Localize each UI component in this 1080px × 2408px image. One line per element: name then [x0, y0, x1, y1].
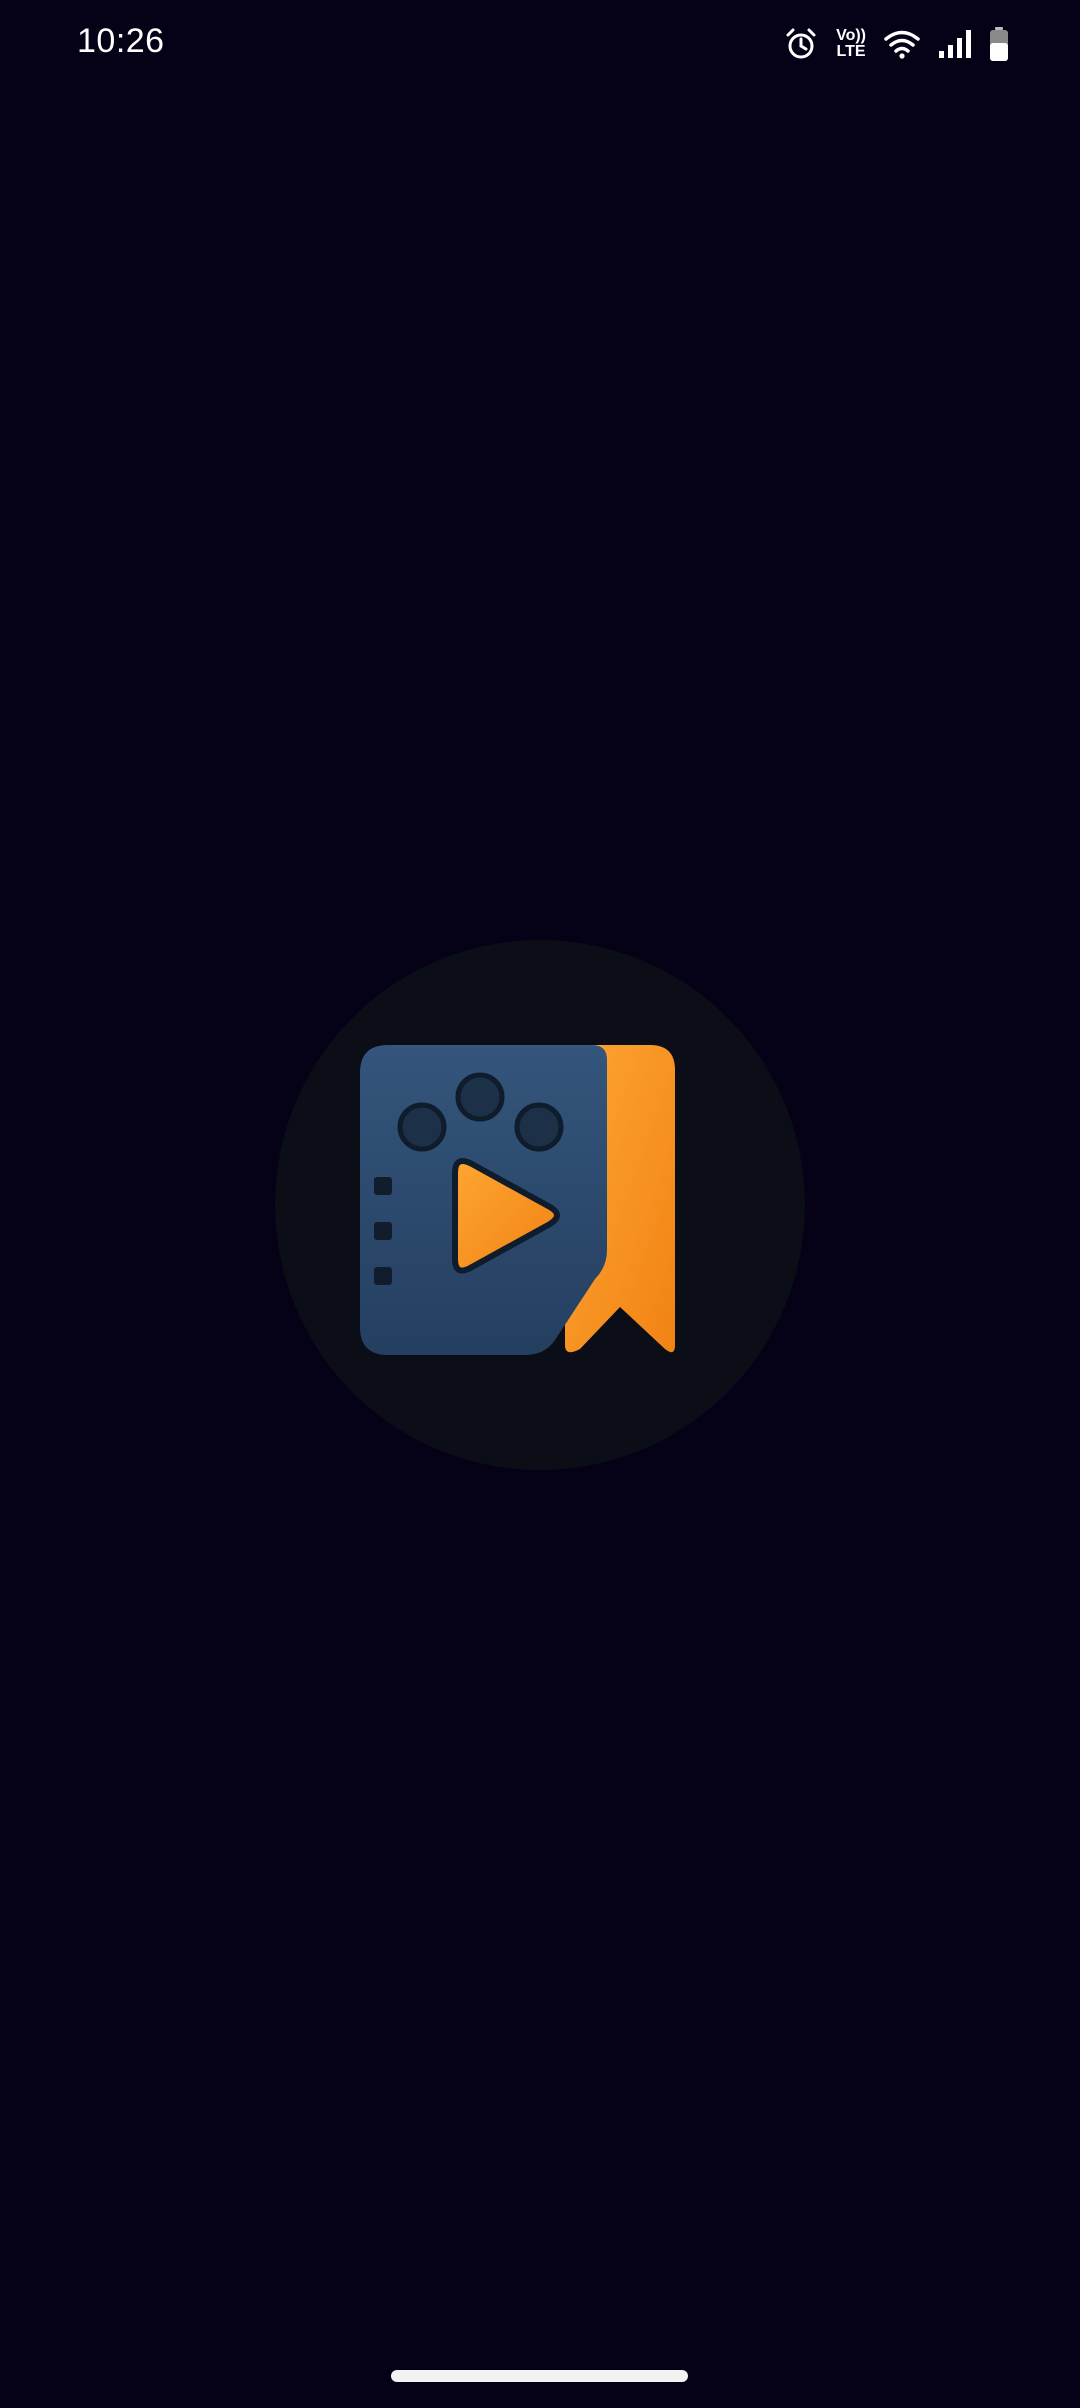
wifi-icon — [884, 29, 920, 59]
app-logo-icon — [360, 1045, 675, 1355]
splash-logo-circle — [275, 940, 805, 1470]
signal-icon — [938, 29, 972, 59]
alarm-icon — [784, 27, 818, 61]
volte-icon: Vo)) LTE — [836, 27, 866, 60]
status-bar: 10:26 Vo)) LTE — [0, 0, 1080, 90]
battery-icon — [990, 27, 1008, 61]
gesture-nav-handle[interactable] — [391, 2370, 688, 2382]
status-icons: Vo)) LTE — [784, 22, 1008, 66]
status-time: 10:26 — [77, 22, 165, 60]
